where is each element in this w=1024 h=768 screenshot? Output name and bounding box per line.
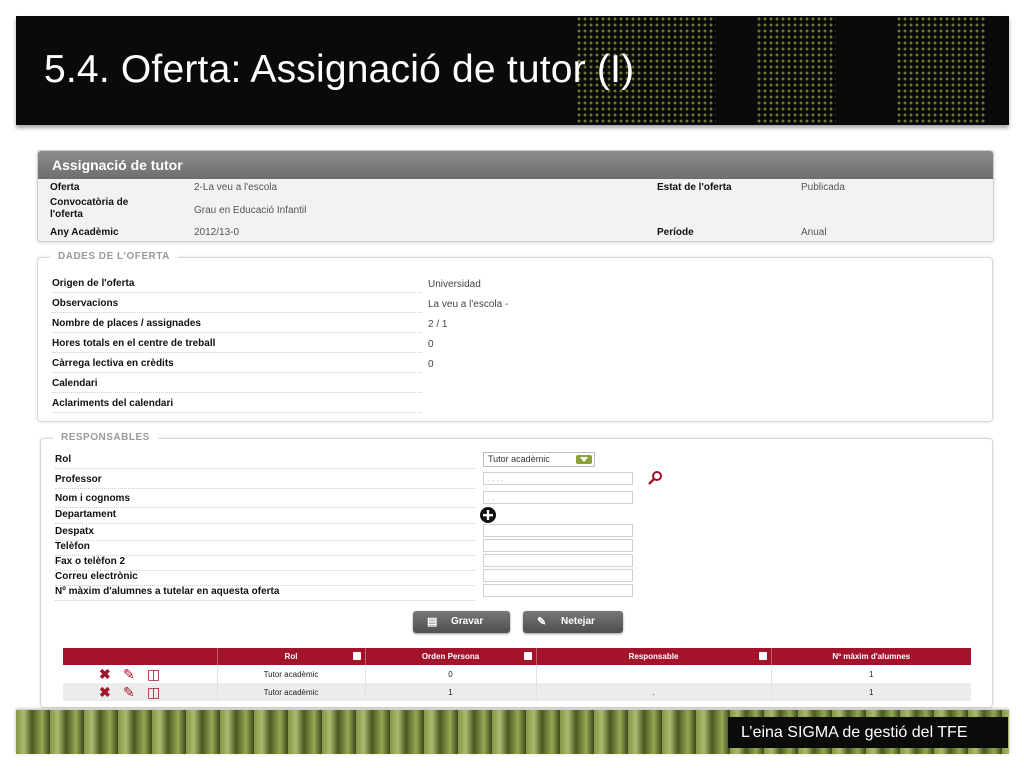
footer-text: L’eina SIGMA de gestió del TFE (741, 724, 968, 741)
row-actions: ✖ ✎ ◫ (63, 665, 218, 683)
maxim-input[interactable] (483, 584, 633, 597)
estat-label: Estat de l'oferta (657, 182, 732, 193)
cell-orden: 0 (365, 665, 537, 683)
actions-header (63, 648, 218, 665)
delete-icon[interactable]: ✖ (99, 667, 111, 681)
panel-heading: Assignació de tutor (38, 151, 993, 179)
folder-icon[interactable]: ◫ (147, 667, 160, 681)
fieldset-legend: DADES DE L'OFERTA (50, 251, 192, 262)
maxim-row: Nº màxim d'alumnes a tutelar en aquesta … (55, 583, 475, 601)
cell-responsable (536, 665, 772, 683)
column-header-orden[interactable]: Orden Persona (365, 648, 537, 665)
header-banner: 5.4. Oferta: Assignació de tutor (I) (16, 16, 1009, 125)
nom-input[interactable]: . . (483, 491, 633, 504)
despatx-input[interactable] (483, 524, 633, 537)
dades-row: Nombre de places / assignades (52, 315, 422, 333)
responsables-table: Rol Orden Persona Responsable Nº màxim d… (63, 648, 971, 701)
sort-icon[interactable] (523, 652, 532, 660)
any-academic-value: 2012/13-0 (194, 227, 240, 238)
periode-value: Anual (801, 227, 827, 238)
add-circle-icon[interactable] (478, 506, 498, 524)
fax-input[interactable] (483, 554, 633, 567)
chevron-down-icon (576, 455, 592, 464)
table-row: ✖ ✎ ◫ Tutor acadèmic 0 1 (63, 665, 971, 683)
save-icon: ▤ (427, 616, 438, 628)
cell-responsable: . (536, 683, 772, 701)
assignacio-panel: Assignació de tutor Oferta 2-La veu a l'… (37, 150, 994, 242)
column-header-maxim[interactable]: Nº màxim d'alumnes (771, 648, 971, 665)
column-header-responsable[interactable]: Responsable (536, 648, 772, 665)
departament-row: Departament (55, 506, 475, 524)
convocatoria-label: Convocatòria de l'oferta (50, 197, 129, 220)
column-header-rol[interactable]: Rol (217, 648, 366, 665)
dades-value: 0 (428, 359, 434, 370)
dades-row: Hores totals en el centre de treball (52, 335, 422, 353)
footer-tag: L’eina SIGMA de gestió del TFE (728, 717, 1008, 748)
edit-icon[interactable]: ✎ (123, 667, 135, 681)
cell-maxim: 1 (771, 665, 971, 683)
convocatoria-value: Grau en Educació Infantil (194, 205, 307, 216)
row-actions: ✖ ✎ ◫ (63, 683, 218, 701)
dades-value: 2 / 1 (428, 319, 448, 330)
cell-maxim: 1 (771, 683, 971, 701)
edit-icon[interactable]: ✎ (123, 685, 135, 699)
rol-select[interactable]: Tutor acadèmic (483, 452, 595, 467)
search-icon[interactable] (646, 470, 664, 486)
fieldset-legend: RESPONSABLES (53, 432, 172, 443)
estat-value: Publicada (801, 182, 845, 193)
cell-orden: 1 (365, 683, 537, 701)
any-academic-label: Any Acadèmic (50, 227, 119, 238)
delete-icon[interactable]: ✖ (99, 685, 111, 699)
cell-rol: Tutor acadèmic (217, 683, 366, 701)
dades-row: Origen de l'oferta (52, 275, 422, 293)
periode-label: Període (657, 227, 694, 238)
sort-icon[interactable] (758, 652, 767, 660)
dades-value: La veu a l'escola - (428, 299, 509, 310)
folder-icon[interactable]: ◫ (147, 685, 160, 699)
table-row: ✖ ✎ ◫ Tutor acadèmic 1 . 1 (63, 683, 971, 701)
eraser-icon: ✎ (537, 616, 547, 628)
correu-input[interactable] (483, 569, 633, 582)
rol-row: Rol (55, 451, 475, 469)
professor-row: Professor (55, 471, 475, 489)
telefon-input[interactable] (483, 539, 633, 552)
dades-value: Universidad (428, 279, 481, 290)
sort-icon[interactable] (352, 652, 361, 660)
oferta-label: Oferta (50, 182, 80, 193)
cell-rol: Tutor acadèmic (217, 665, 366, 683)
dades-row: Aclariments del calendari (52, 395, 422, 413)
footer-banner: L’eina SIGMA de gestió del TFE (16, 710, 1009, 754)
slide-title: 5.4. Oferta: Assignació de tutor (I) (44, 48, 635, 91)
gravar-button[interactable]: ▤ Gravar (413, 611, 510, 633)
decorative-dot-pattern (756, 16, 836, 125)
oferta-value: 2-La veu a l'escola (194, 182, 278, 193)
dades-row: Calendari (52, 375, 422, 393)
professor-input[interactable]: . . . . (483, 472, 633, 485)
dades-row: Càrrega lectiva en crèdits (52, 355, 422, 373)
dades-row: Observacions (52, 295, 422, 313)
dades-oferta-fieldset: DADES DE L'OFERTA Origen de l'oferta Uni… (37, 251, 993, 422)
dades-value: 0 (428, 339, 434, 350)
netejar-button[interactable]: ✎ Netejar (523, 611, 623, 633)
decorative-dot-pattern (896, 16, 986, 125)
